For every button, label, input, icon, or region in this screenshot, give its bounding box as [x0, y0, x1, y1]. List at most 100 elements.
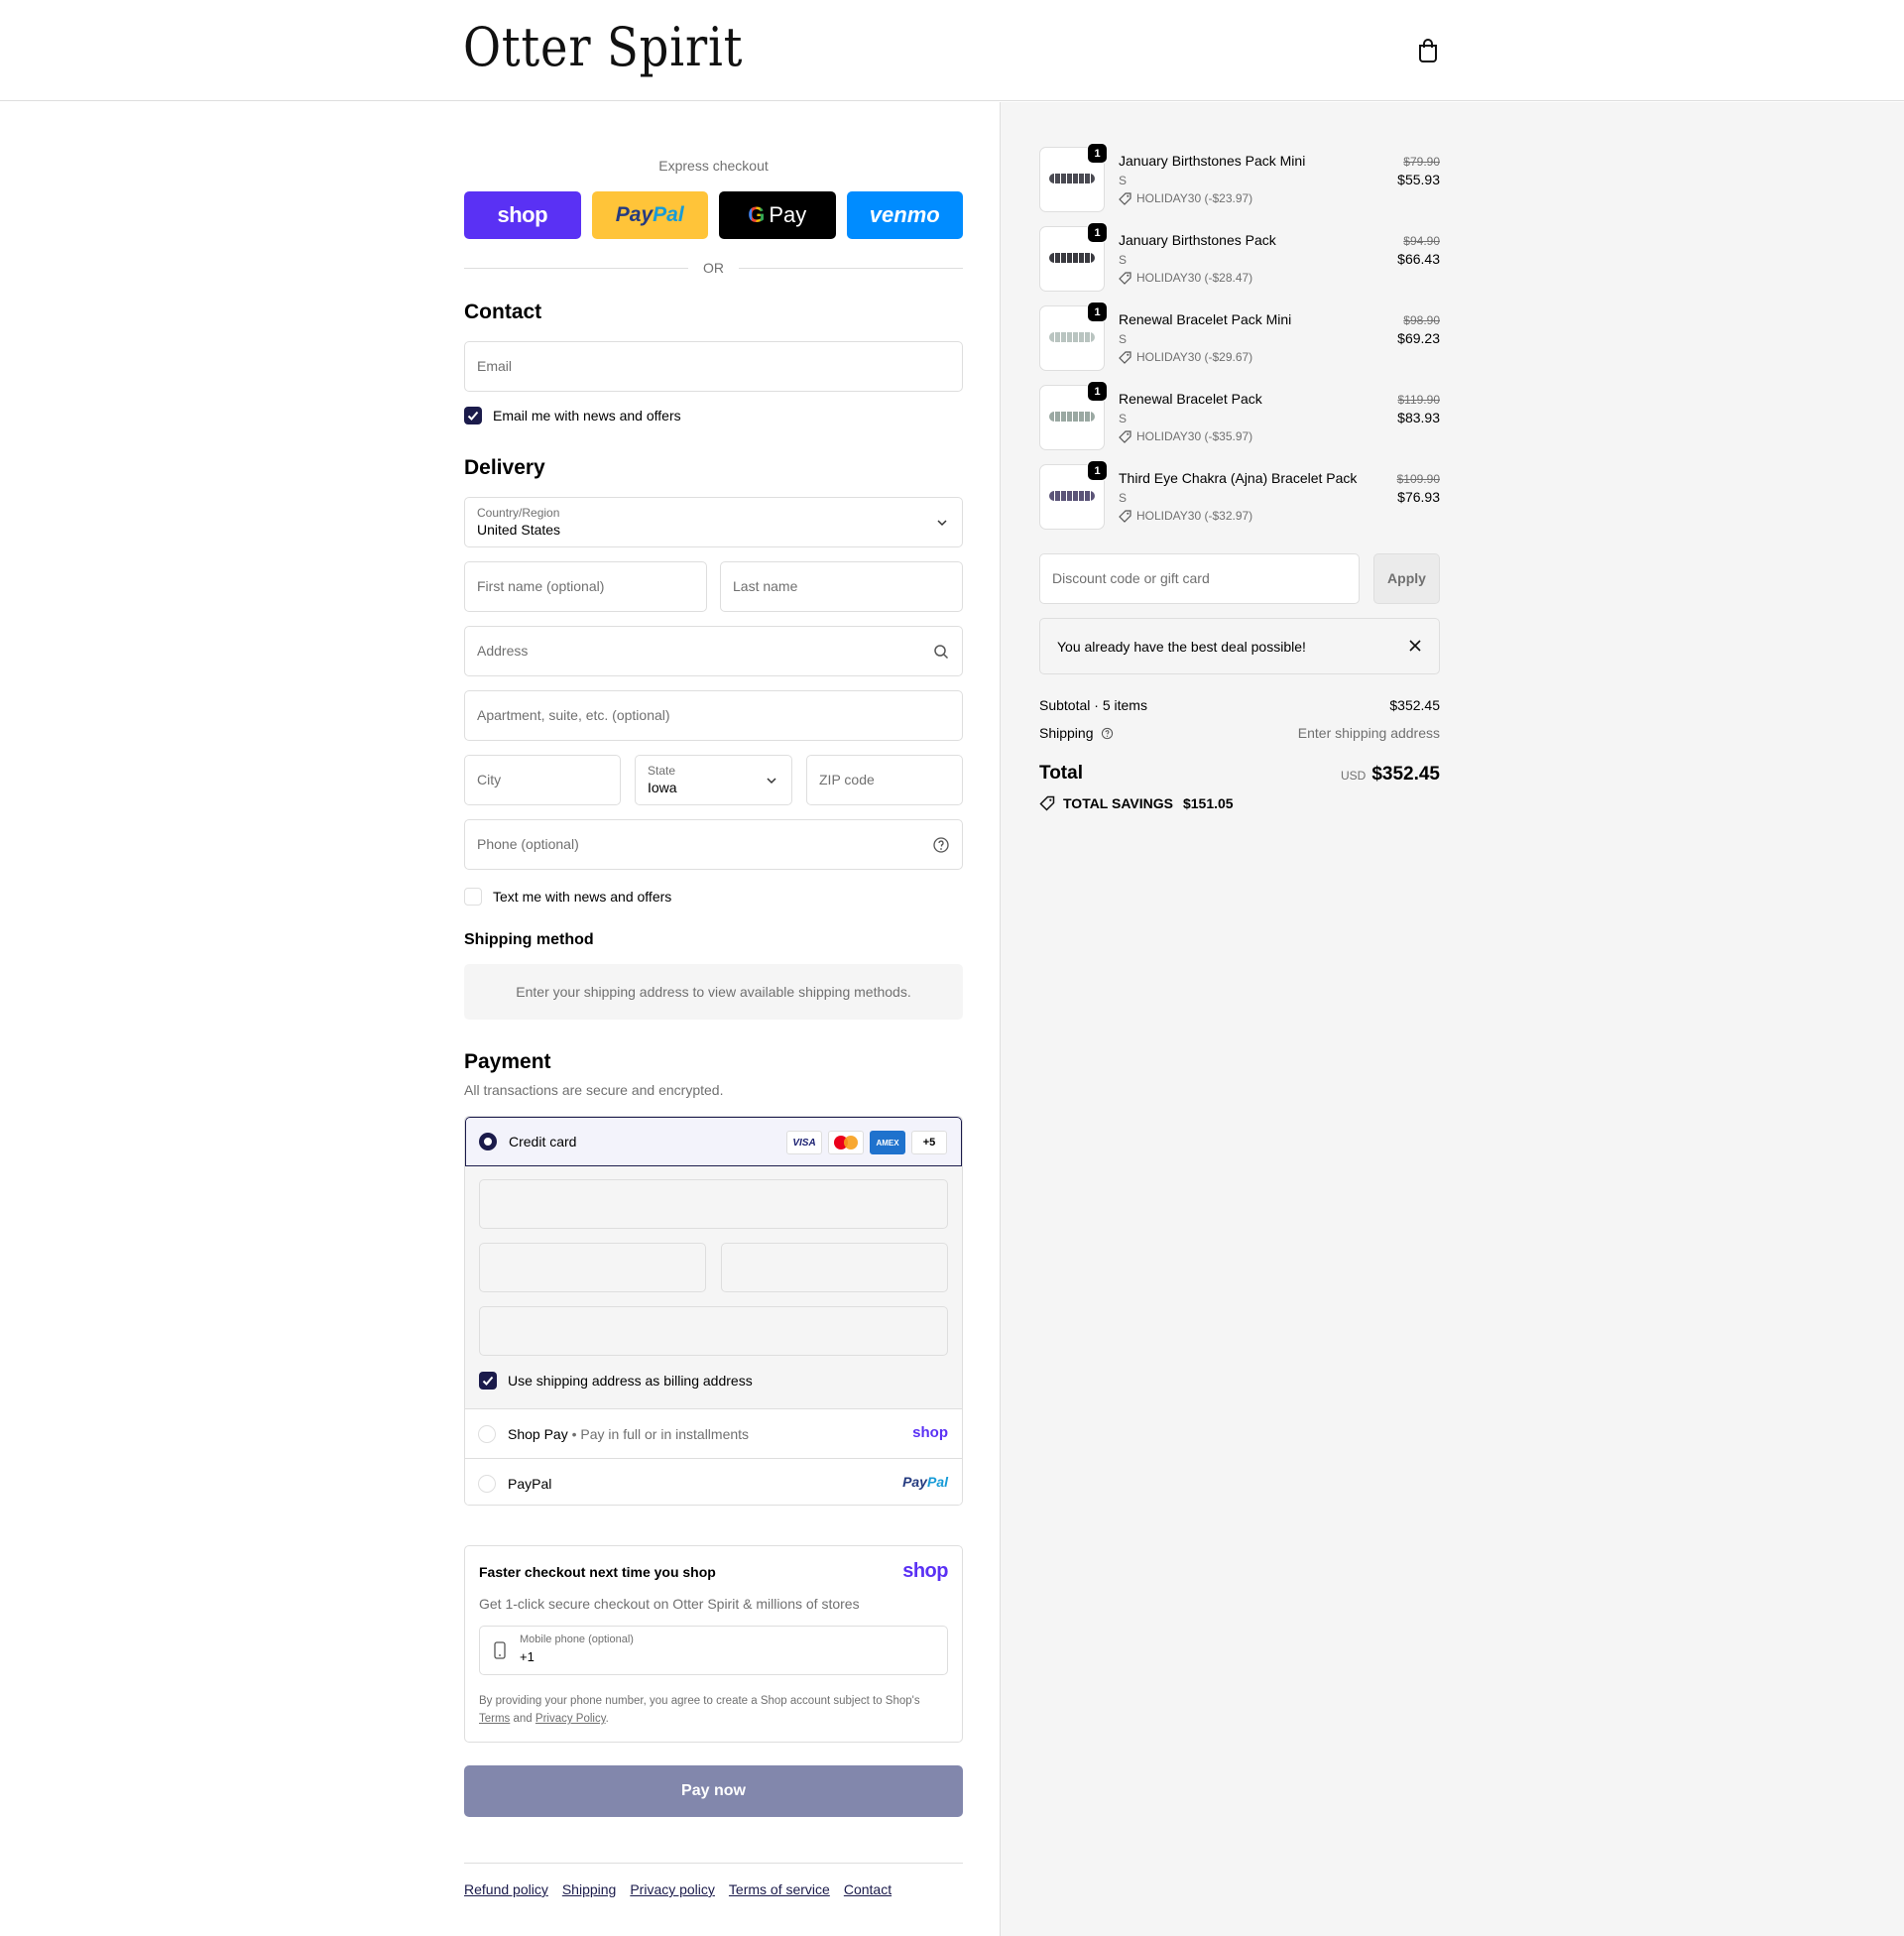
email-news-label: Email me with news and offers: [493, 408, 681, 424]
card-cvv-field[interactable]: [721, 1243, 948, 1292]
email-field[interactable]: Email: [464, 341, 963, 392]
credit-card-option[interactable]: Credit card VISA AMEX +5: [465, 1117, 962, 1166]
help-icon[interactable]: [1101, 727, 1114, 740]
original-price: $94.90: [1403, 234, 1440, 248]
amex-icon: AMEX: [870, 1131, 905, 1154]
shop-signup-box: Faster checkout next time you shop shop …: [464, 1545, 963, 1743]
apartment-field[interactable]: Apartment, suite, etc. (optional): [464, 690, 963, 741]
bracelet-image: [1049, 491, 1095, 501]
payment-title: Payment: [464, 1050, 551, 1073]
email-news-checkbox[interactable]: [464, 407, 482, 424]
help-icon[interactable]: [932, 836, 950, 854]
bracelet-image: [1049, 174, 1095, 183]
search-icon: [934, 645, 949, 660]
subtotal-label: Subtotal · 5 items: [1039, 697, 1147, 713]
payment-subtitle: All transactions are secure and encrypte…: [464, 1082, 724, 1098]
state-select[interactable]: State Iowa: [635, 755, 792, 805]
product-discount: HOLIDAY30 (-$32.97): [1119, 509, 1252, 523]
last-name-field[interactable]: Last name: [720, 561, 963, 612]
mobile-phone-field[interactable]: Mobile phone (optional) +1: [479, 1626, 948, 1675]
shipping-label: Shipping: [1039, 725, 1094, 741]
product-name: Renewal Bracelet Pack: [1119, 391, 1262, 407]
payment-methods: Credit card VISA AMEX +5 Use shipping ad…: [464, 1116, 963, 1506]
card-number-field[interactable]: [479, 1179, 948, 1229]
sale-price: $69.23: [1397, 330, 1440, 346]
shipping-link[interactable]: Shipping: [562, 1881, 617, 1897]
cart-item: 1 January Birthstones Pack Mini S HOLIDA…: [1039, 143, 1440, 212]
discount-code: HOLIDAY30 (-$32.97): [1136, 509, 1253, 523]
pay-now-button[interactable]: Pay now: [464, 1765, 963, 1817]
zip-field[interactable]: ZIP code: [806, 755, 963, 805]
total-value: $352.45: [1371, 764, 1440, 785]
quantity-badge: 1: [1087, 302, 1108, 322]
shipping-method-message: Enter your shipping address to view avai…: [464, 964, 963, 1020]
terms-of-service-link[interactable]: Terms of service: [729, 1881, 830, 1897]
shop-signup-subtitle: Get 1-click secure checkout on Otter Spi…: [479, 1596, 860, 1612]
cart-item: 1 January Birthstones Pack S HOLIDAY30 (…: [1039, 222, 1440, 292]
paypal-option[interactable]: PayPal PayPal: [465, 1458, 962, 1505]
email-placeholder: Email: [477, 358, 513, 374]
google-pay-button[interactable]: G Pay: [719, 191, 836, 239]
shop-signup-title: Faster checkout next time you shop: [479, 1564, 716, 1580]
store-logo[interactable]: Otter Spirit: [463, 16, 743, 78]
city-placeholder: City: [477, 772, 502, 787]
chevron-down-icon: [767, 778, 776, 785]
paypal-radio[interactable]: [478, 1475, 496, 1493]
apply-discount-button[interactable]: Apply: [1373, 553, 1440, 604]
text-news-checkbox[interactable]: [464, 888, 482, 906]
contact-link[interactable]: Contact: [844, 1881, 892, 1897]
refund-policy-link[interactable]: Refund policy: [464, 1881, 548, 1897]
product-variant: S: [1119, 332, 1128, 346]
discount-code-input[interactable]: Discount code or gift card: [1039, 553, 1360, 604]
credit-card-radio[interactable]: [479, 1133, 497, 1150]
venmo-button[interactable]: venmo: [846, 191, 963, 239]
tag-icon: [1119, 429, 1131, 443]
discount-code: HOLIDAY30 (-$23.97): [1136, 191, 1253, 205]
card-expiry-field[interactable]: [479, 1243, 706, 1292]
shop-legal-text: By providing your phone number, you agre…: [479, 1695, 920, 1725]
contact-title: Contact: [464, 301, 542, 323]
sale-price: $55.93: [1397, 172, 1440, 187]
sale-price: $76.93: [1397, 489, 1440, 505]
discount-code: HOLIDAY30 (-$29.67): [1136, 350, 1253, 364]
paypal-button[interactable]: Pay Pal: [591, 191, 708, 239]
billing-address-checkbox[interactable]: [479, 1372, 497, 1390]
sale-price: $66.43: [1397, 251, 1440, 267]
product-variant: S: [1119, 253, 1128, 267]
city-field[interactable]: City: [464, 755, 621, 805]
cart-icon[interactable]: [1416, 38, 1440, 63]
paypal-logo: PayPal: [902, 1474, 948, 1490]
google-g-icon: G: [748, 202, 766, 227]
quantity-badge: 1: [1087, 143, 1108, 164]
shop-privacy-link[interactable]: Privacy Policy: [536, 1713, 606, 1725]
or-divider: OR: [464, 258, 963, 278]
tag-icon: [1119, 191, 1131, 205]
close-icon[interactable]: [1408, 639, 1422, 653]
shop-logo: shop: [912, 1424, 948, 1441]
product-discount: HOLIDAY30 (-$29.67): [1119, 350, 1252, 364]
discount-code-placeholder: Discount code or gift card: [1052, 570, 1210, 586]
phone-field[interactable]: Phone (optional): [464, 819, 963, 870]
visa-icon: VISA: [786, 1131, 822, 1154]
mastercard-icon: [828, 1131, 864, 1154]
shop-logo: shop: [902, 1560, 948, 1582]
shipping-method-title: Shipping method: [464, 931, 594, 948]
google-pay-label: Pay: [769, 202, 807, 227]
paypal-option-label: PayPal: [508, 1476, 552, 1492]
country-select[interactable]: Country/Region United States: [464, 497, 963, 547]
first-name-field[interactable]: First name (optional): [464, 561, 707, 612]
address-field[interactable]: Address: [464, 626, 963, 676]
state-label: State: [648, 764, 676, 778]
product-variant: S: [1119, 174, 1128, 187]
privacy-policy-link[interactable]: Privacy policy: [630, 1881, 715, 1897]
shop-pay-option[interactable]: Shop Pay • Pay in full or in installment…: [465, 1408, 962, 1458]
shop-pay-sub: Pay in full or in installments: [580, 1426, 750, 1442]
original-price: $79.90: [1403, 155, 1440, 169]
shop-terms-link[interactable]: Terms: [479, 1713, 510, 1725]
savings-value: $151.05: [1182, 795, 1234, 811]
shop-pay-radio[interactable]: [478, 1425, 496, 1443]
shop-pay-button[interactable]: shop: [464, 191, 581, 239]
product-name: Renewal Bracelet Pack Mini: [1119, 311, 1292, 327]
card-name-field[interactable]: [479, 1306, 948, 1356]
best-deal-text: You already have the best deal possible!: [1057, 639, 1306, 655]
